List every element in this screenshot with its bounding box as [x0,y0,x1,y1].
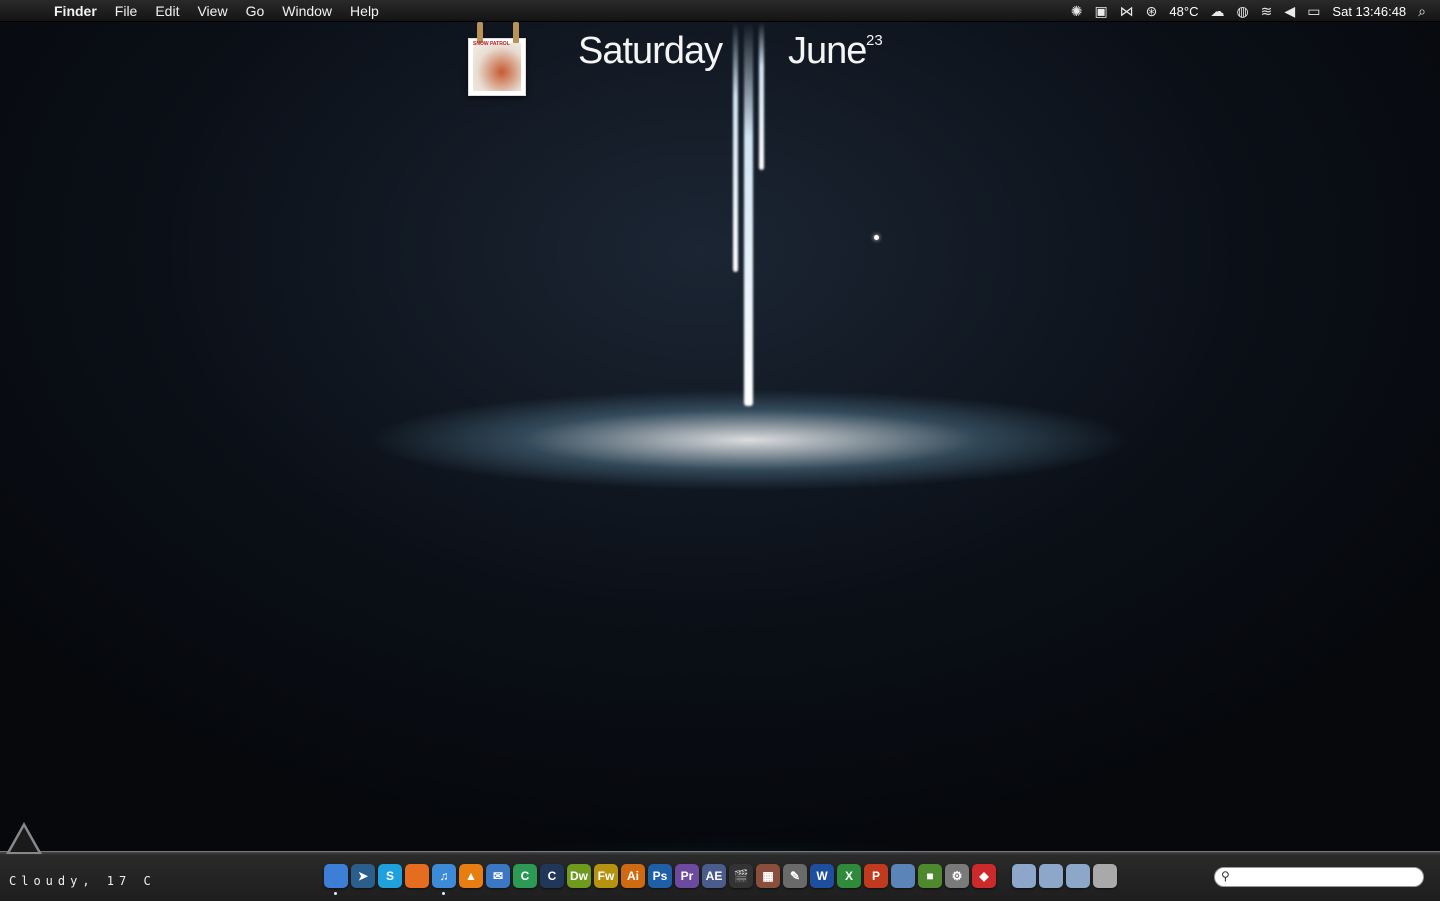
status-area: ✺ ▣ ⋈ ⊛ 48°C ☁ ◍ ≋ ◀ ▭ Sat 13:46:48 ⌕ [1071,0,1426,22]
photo-app-icon[interactable]: ▦ [756,864,780,888]
temperature-reading[interactable]: 48°C [1169,4,1198,19]
documents-folder-icon[interactable] [1039,864,1063,888]
album-title: SNOW PATROL [473,41,510,47]
cpu-icon[interactable]: ▣ [1094,3,1107,20]
cursor-icon[interactable]: ➤ [351,864,375,888]
photoshop-icon[interactable]: Ps [648,864,672,888]
menu-bar: Finder File Edit View Go Window Help ✺ ▣… [0,0,1440,22]
red-app-icon[interactable]: ◆ [972,864,996,888]
wifi-icon[interactable]: ≋ [1261,3,1273,20]
volume-icon[interactable]: ◀ [1284,3,1295,20]
ball-icon[interactable]: ◍ [1236,3,1248,20]
cloud-icon[interactable]: ☁ [1210,3,1224,20]
magnifier-icon: ⚲ [1221,869,1230,883]
light-beam [733,22,738,272]
finder-icon[interactable] [324,864,348,895]
day-label: Saturday [578,30,723,72]
menu-edit[interactable]: Edit [146,0,188,22]
system-preferences-icon[interactable]: ⚙ [945,864,969,888]
chrome-c-icon[interactable]: C [513,864,537,888]
fireworks-icon[interactable]: Fw [594,864,618,888]
minecraft-icon[interactable]: ■ [918,864,942,888]
word-icon[interactable]: W [810,864,834,888]
premiere-icon[interactable]: Pr [675,864,699,888]
menu-file[interactable]: File [106,0,147,22]
sun-icon[interactable]: ✺ [1071,3,1083,20]
menu-go[interactable]: Go [237,0,274,22]
menu-finder[interactable]: Finder [54,0,106,22]
menu-view[interactable]: View [188,0,236,22]
date-number: 23 [866,32,883,49]
mail-icon[interactable]: ✉ [486,864,510,888]
star [874,235,879,240]
illustrator-icon[interactable]: Ai [621,864,645,888]
vlc-icon[interactable]: ▲ [459,864,483,888]
dreamweaver-icon[interactable]: Dw [567,864,591,888]
battery-icon[interactable]: ▭ [1307,3,1320,20]
light-beam [744,22,753,406]
design-app-icon[interactable]: ✎ [783,864,807,888]
album-art-widget[interactable]: SNOW PATROL [468,22,526,96]
weather-text: Cloudy, 17 C [9,874,156,888]
menu-help[interactable]: Help [341,0,388,22]
final-cut-icon[interactable]: 🎬 [729,864,753,888]
trash-icon[interactable] [1093,864,1117,888]
bowtie-icon[interactable]: ⋈ [1120,3,1134,20]
dock: ➤ S ♫ ▲ ✉ C C Dw Fw Ai Ps Pr AE 🎬 ▦ ✎ W X P ■ ⚙ ◆ [324,864,1117,895]
after-effects-icon[interactable]: AE [702,864,726,888]
spotlight-icon[interactable]: ⌕ [1418,3,1426,20]
clock[interactable]: Sat 13:46:48 [1332,4,1406,19]
album-cover [473,43,521,91]
cinema-icon[interactable]: C [540,864,564,888]
firefox-icon[interactable] [405,864,429,888]
itunes-icon[interactable]: ♫ [432,864,456,895]
tape-icon [513,22,519,44]
light-beam [759,22,764,170]
excel-icon[interactable]: X [837,864,861,888]
downloads-folder-icon[interactable] [1066,864,1090,888]
month-label: June [788,30,867,72]
spotlight-search-field[interactable]: ⚲ [1214,867,1424,887]
triangle-icon [6,822,42,854]
dock-separator [999,864,1009,892]
powerpoint-icon[interactable]: P [864,864,888,888]
system-app-icon[interactable] [891,864,915,888]
applications-folder-icon[interactable] [1012,864,1036,888]
skype-icon[interactable]: S [378,864,402,888]
menu-window[interactable]: Window [273,0,341,22]
timemachine-icon[interactable]: ⊛ [1146,3,1158,20]
